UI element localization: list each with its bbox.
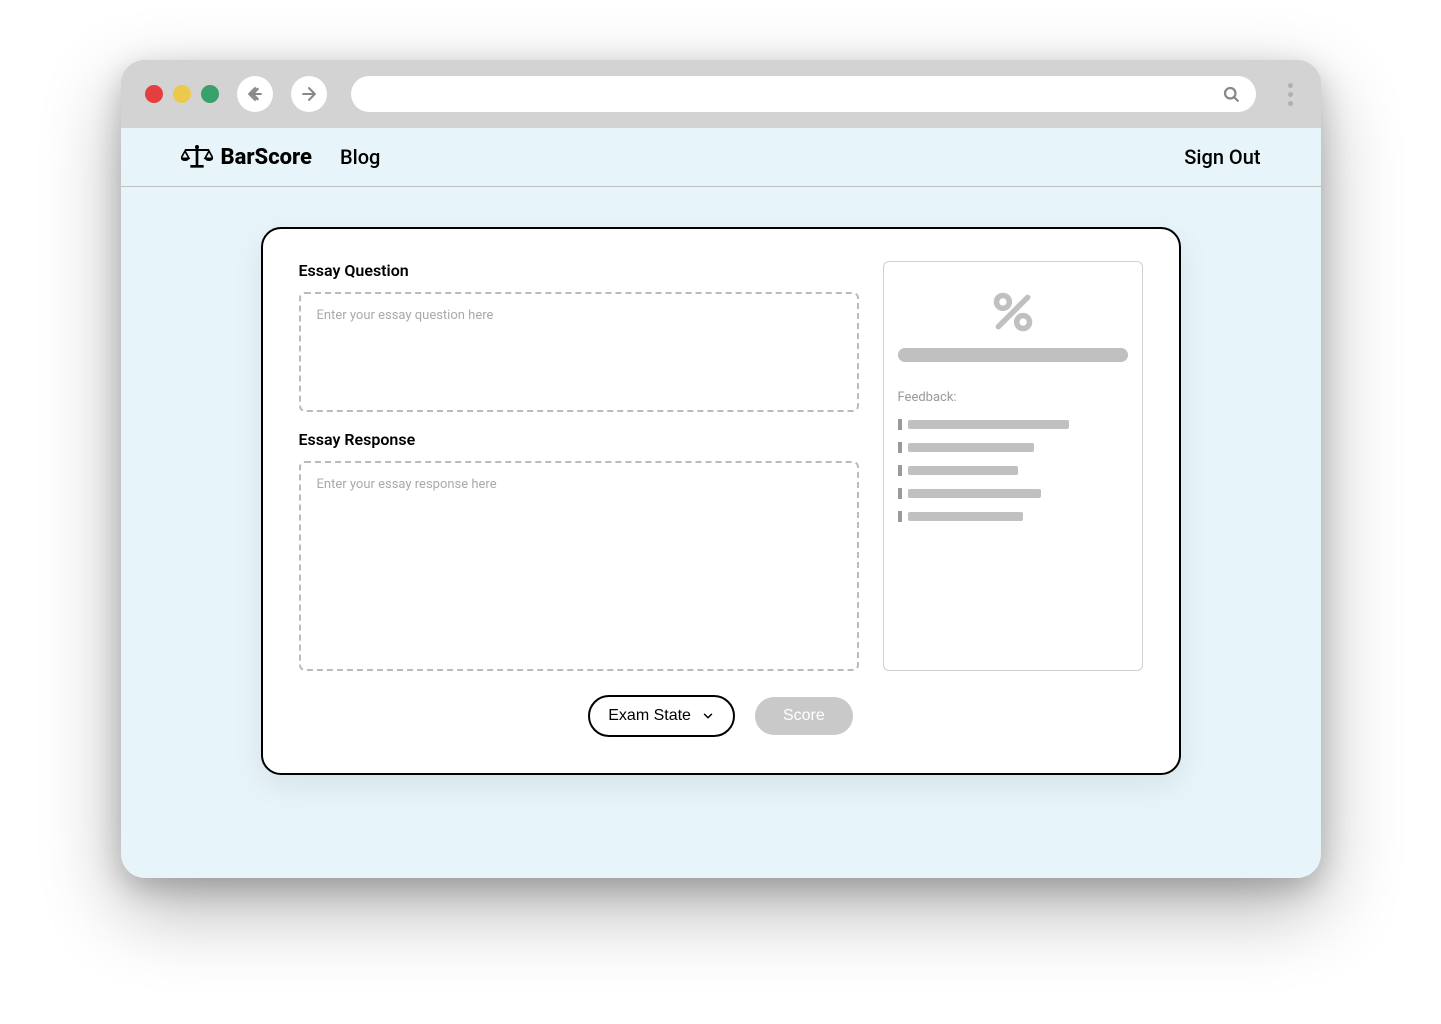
brand-link[interactable]: BarScore	[181, 144, 312, 170]
window-close-dot[interactable]	[145, 85, 163, 103]
feedback-row-placeholder	[898, 511, 1128, 522]
percent-icon	[991, 290, 1035, 334]
feedback-row-placeholder	[898, 442, 1128, 453]
essay-question-input[interactable]	[299, 292, 859, 412]
url-bar[interactable]	[351, 76, 1256, 112]
dropdown-label: Exam State	[608, 707, 691, 725]
arrow-right-icon	[299, 84, 319, 104]
essay-card: Essay Question Essay Response	[261, 227, 1181, 775]
browser-more-icon[interactable]	[1284, 83, 1297, 106]
main-area: Essay Question Essay Response	[121, 187, 1321, 835]
browser-back-button[interactable]	[237, 76, 273, 112]
feedback-row-placeholder	[898, 419, 1128, 430]
feedback-row-placeholder	[898, 488, 1128, 499]
window-minimize-dot[interactable]	[173, 85, 191, 103]
window-maximize-dot[interactable]	[201, 85, 219, 103]
feedback-row-placeholder	[898, 465, 1128, 476]
top-bar: BarScore Blog Sign Out	[121, 128, 1321, 187]
browser-forward-button[interactable]	[291, 76, 327, 112]
actions-row: Exam State Score	[299, 695, 1143, 737]
results-panel: Feedback:	[883, 261, 1143, 671]
scales-icon	[181, 144, 213, 170]
feedback-rows	[898, 419, 1128, 522]
essay-question-label: Essay Question	[299, 261, 859, 280]
browser-frame: BarScore Blog Sign Out Essay Question Es…	[121, 60, 1321, 878]
search-icon	[1222, 85, 1240, 103]
score-bar-placeholder	[898, 348, 1128, 362]
exam-state-dropdown[interactable]: Exam State	[588, 695, 735, 737]
essay-response-input[interactable]	[299, 461, 859, 671]
brand-name: BarScore	[221, 145, 312, 170]
top-bar-left: BarScore Blog	[181, 144, 381, 170]
chevron-down-icon	[701, 709, 715, 723]
sign-out-link[interactable]: Sign Out	[1184, 145, 1260, 169]
score-button[interactable]: Score	[755, 697, 853, 735]
feedback-label: Feedback:	[898, 390, 957, 405]
traffic-lights	[145, 85, 219, 103]
nav-blog-link[interactable]: Blog	[340, 145, 380, 169]
arrow-left-icon	[245, 84, 265, 104]
card-body: Essay Question Essay Response	[299, 261, 1143, 671]
page-content: BarScore Blog Sign Out Essay Question Es…	[121, 128, 1321, 878]
input-column: Essay Question Essay Response	[299, 261, 859, 671]
essay-response-label: Essay Response	[299, 430, 859, 449]
browser-chrome	[121, 60, 1321, 128]
